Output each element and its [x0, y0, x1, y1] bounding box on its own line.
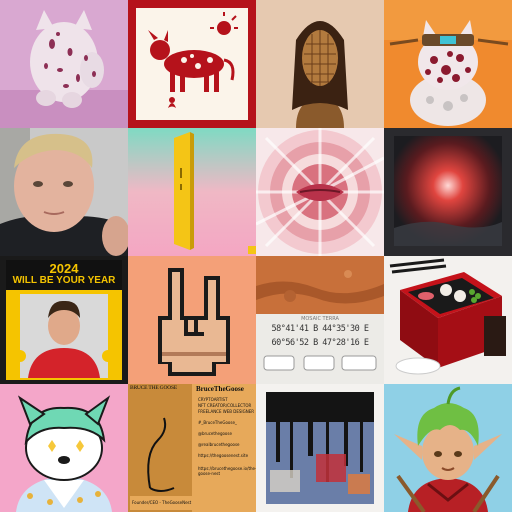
- tile-bento-box[interactable]: [384, 256, 512, 384]
- goose-link-1: #_BruceTheGoose_: [198, 420, 237, 425]
- tile-radial-pink-lips[interactable]: [256, 128, 384, 256]
- bronze-bust-image: [256, 0, 384, 128]
- poster-headline: WILL BE YOUR YEAR: [12, 275, 116, 286]
- goose-name-title: BruceTheGoose: [196, 385, 244, 393]
- radial-lips-image: [256, 128, 384, 256]
- mars-coords-line1: 58°41'41 B 44°35'30 E: [271, 324, 369, 334]
- tile-ceramic-spotted-cat[interactable]: [0, 0, 128, 128]
- tile-floral-cat-robot[interactable]: [384, 0, 512, 128]
- tile-blond-person-selfie[interactable]: [0, 128, 128, 256]
- selfie-photo: [0, 128, 128, 256]
- tile-textured-bronze-bust[interactable]: [256, 0, 384, 128]
- tile-pixel-rock-hand[interactable]: [128, 256, 256, 384]
- mars-card-label: MOSAIC TERRA: [301, 316, 339, 322]
- goose-role-2: NFT CREATOR/COLLECTOR: [198, 403, 252, 408]
- ceramic-cat-image: [0, 0, 128, 128]
- goose-link-4: https://thegoosenest.site: [198, 453, 249, 458]
- goose-footer: Founder/CEO - TheGooseNest: [132, 500, 192, 505]
- tile-bruce-the-goose-profile[interactable]: BRUCE THE GOOSE BruceTheGoose CRYPTOARTI…: [128, 384, 256, 512]
- tile-dripping-abstract-painting[interactable]: [256, 384, 384, 512]
- nft-gallery-grid: 2024 WILL BE YOUR YEAR MOSAIC TERRA 58°4…: [0, 0, 512, 512]
- goose-link-3: @realbrucethegoose: [198, 442, 240, 447]
- tile-pastel-gradient-card[interactable]: [128, 128, 256, 256]
- mars-coords-line2: 60°56'52 B 47°28'16 E: [271, 338, 369, 348]
- poster-year: 2024: [49, 261, 79, 276]
- tile-year-poster[interactable]: 2024 WILL BE YOUR YEAR: [0, 256, 128, 384]
- pixel-hand-image: [128, 256, 256, 384]
- red-burst-image: [384, 128, 512, 256]
- goose-link-5: https://brucethegoose.io/the-goose-nest: [198, 466, 256, 476]
- mint-dog-image: [0, 384, 128, 512]
- elf-warrior-image: [384, 384, 512, 512]
- cow-print-image: [128, 0, 256, 128]
- goose-link-2: @brucethegoose: [198, 431, 232, 436]
- tile-red-burst-canvas[interactable]: [384, 128, 512, 256]
- goose-role-1: CRYPTOARTIST: [198, 397, 228, 402]
- goose-left-title: BRUCE THE GOOSE: [130, 385, 178, 391]
- tile-green-haired-elf[interactable]: [384, 384, 512, 512]
- pastel-gradient-image: [128, 128, 256, 256]
- floral-cat-robot-image: [384, 0, 512, 128]
- tile-red-patterned-cow[interactable]: [128, 0, 256, 128]
- dripping-abstract-image: [256, 384, 384, 512]
- tile-mars-coordinates[interactable]: MOSAIC TERRA 58°41'41 B 44°35'30 E 60°56…: [256, 256, 384, 384]
- goose-role-3: FREELANCE WEB DESIGNER: [198, 409, 254, 414]
- bento-box-image: [384, 256, 512, 384]
- tile-mint-dog-character[interactable]: [0, 384, 128, 512]
